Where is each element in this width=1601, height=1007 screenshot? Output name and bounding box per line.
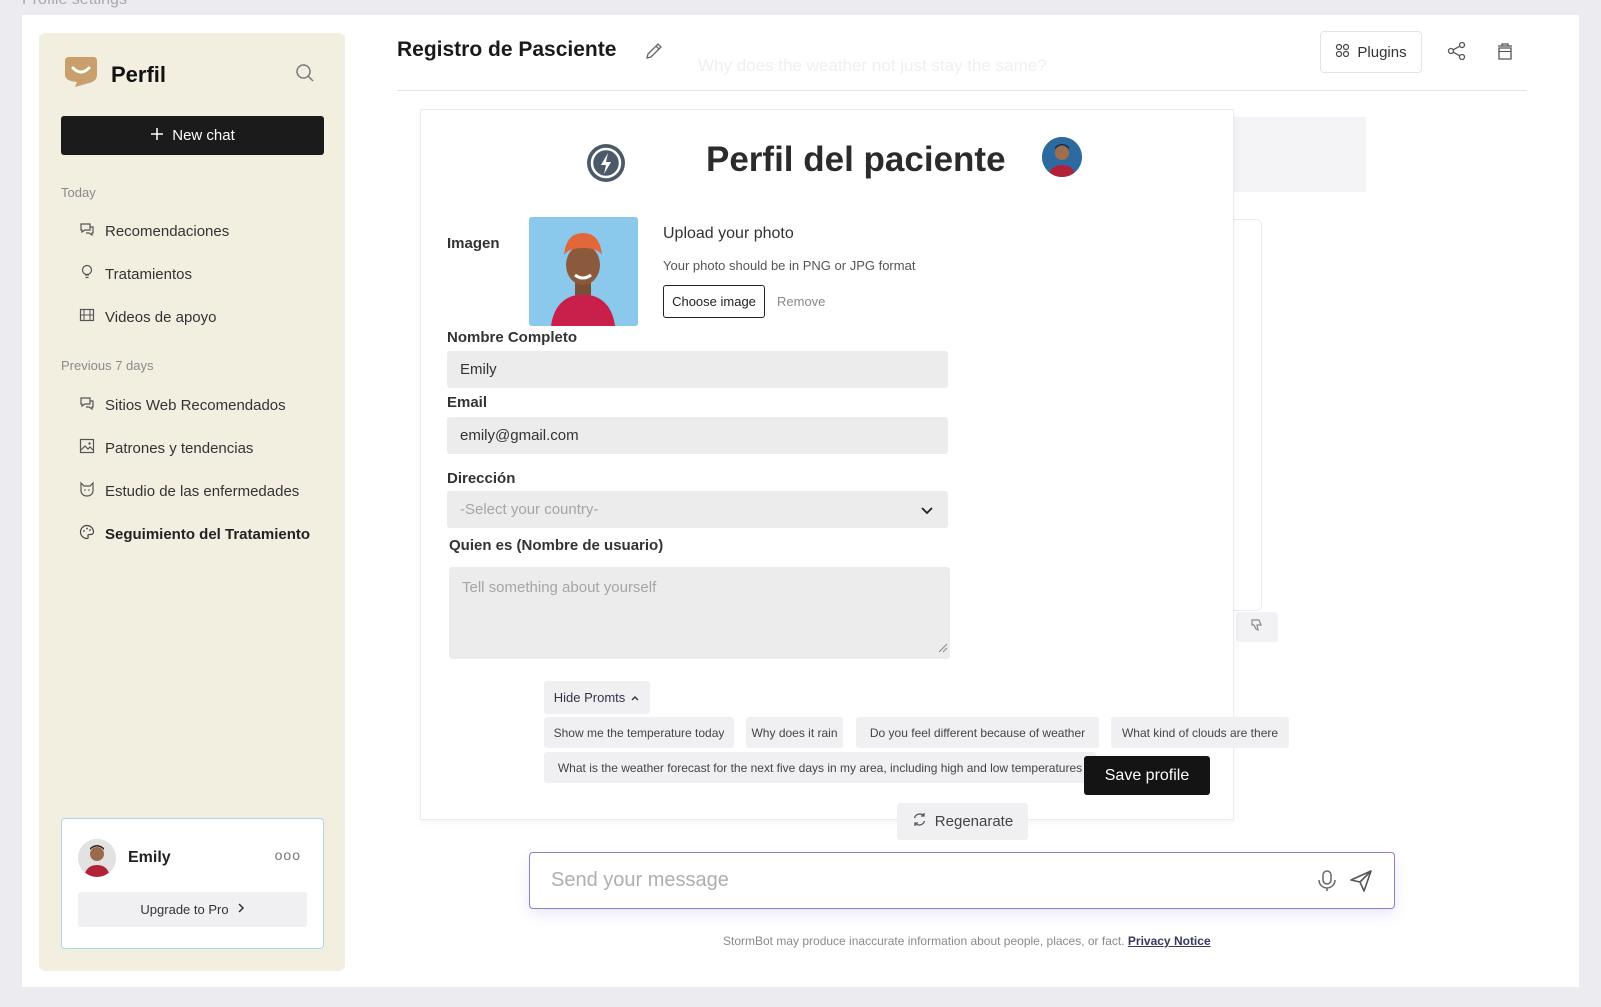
plugins-button[interactable]: Plugins	[1320, 31, 1422, 73]
sidebar-item-tratamientos[interactable]: Tratamientos	[79, 264, 192, 284]
country-select[interactable]: -Select your country-	[447, 491, 948, 528]
patient-profile-modal: Perfil del paciente Imagen Upload your p…	[420, 109, 1289, 820]
search-icon[interactable]	[295, 63, 315, 88]
sidebar: Perfil New chat Today Recomendaciones Tr…	[39, 33, 345, 971]
sidebar-item-label: Recomendaciones	[105, 222, 230, 240]
prompt-chip[interactable]: What is the weather forecast for the nex…	[544, 752, 1096, 783]
more-options-icon[interactable]: ooo	[275, 847, 301, 863]
profile-title: Perfil del paciente	[706, 140, 1006, 179]
chat-icon	[79, 395, 95, 415]
upgrade-to-pro-button[interactable]: Upgrade to Pro	[78, 892, 307, 927]
user-card: Emily ooo Upgrade to Pro	[61, 818, 324, 949]
send-icon[interactable]	[1349, 869, 1373, 898]
today-label: Today	[61, 185, 96, 200]
chevron-up-icon	[630, 690, 640, 705]
hide-prompts-button[interactable]: Hide Promts	[544, 681, 650, 714]
chevron-down-icon	[920, 503, 934, 520]
plugins-label: Plugins	[1357, 43, 1407, 61]
hide-prompts-label: Hide Promts	[553, 690, 626, 705]
lightbulb-icon	[79, 264, 95, 284]
page-title: Registro de Pasciente	[397, 38, 617, 61]
email-input[interactable]: emily@gmail.com	[447, 417, 948, 454]
sidebar-item-sitios-web[interactable]: Sitios Web Recomendados	[79, 395, 286, 415]
chat-icon	[79, 221, 95, 241]
bolt-icon	[585, 142, 627, 189]
sidebar-item-label: Estudio de las enfermedades	[105, 482, 300, 500]
country-select-value: -Select your country-	[460, 501, 599, 518]
dislike-button[interactable]	[1236, 612, 1278, 642]
cat-icon	[79, 481, 95, 501]
prompt-chip[interactable]: What kind of clouds are there	[1111, 717, 1289, 748]
chevron-right-icon	[237, 902, 245, 917]
avatar	[1042, 137, 1082, 177]
about-textarea[interactable]: Tell something about yourself	[449, 567, 950, 659]
brand: Perfil	[61, 55, 166, 94]
message-input[interactable]: Send your message	[529, 852, 1395, 909]
address-label: Dirección	[447, 470, 516, 487]
share-icon[interactable]	[1447, 41, 1467, 66]
email-label: Email	[447, 394, 488, 411]
sidebar-item-label: Videos de apoyo	[105, 308, 217, 326]
sidebar-item-label: Patrones y tendencias	[105, 439, 254, 457]
profile-photo	[529, 217, 638, 326]
palette-icon	[79, 524, 95, 544]
edit-icon[interactable]	[644, 41, 664, 66]
upload-hint: Your photo should be in PNG or JPG forma…	[663, 258, 916, 273]
user-name: Emily	[128, 849, 171, 866]
message-placeholder: Send your message	[551, 869, 729, 891]
sidebar-item-estudio[interactable]: Estudio de las enfermedades	[79, 481, 299, 501]
grid-icon	[1335, 43, 1350, 62]
sidebar-item-seguimiento[interactable]: Seguimiento del Tratamiento	[79, 524, 310, 544]
prompt-chip[interactable]: Why does it rain	[746, 717, 843, 748]
full-name-label: Nombre Completo	[447, 329, 578, 346]
about-placeholder: Tell something about yourself	[462, 579, 657, 596]
thumbs-down-icon	[1250, 618, 1264, 637]
film-icon	[79, 307, 95, 327]
header-divider	[397, 90, 1527, 91]
privacy-notice-link[interactable]: Privacy Notice	[1128, 934, 1211, 948]
prompt-chip[interactable]: Do you feel different because of weather	[856, 717, 1099, 748]
choose-image-button[interactable]: Choose image	[663, 285, 765, 318]
upgrade-label: Upgrade to Pro	[140, 902, 229, 917]
sidebar-item-patrones[interactable]: Patrones y tendencias	[79, 438, 253, 458]
sidebar-item-label: Seguimiento del Tratamiento	[105, 525, 311, 543]
sidebar-item-recomendaciones[interactable]: Recomendaciones	[79, 221, 229, 241]
image-label: Imagen	[447, 235, 500, 252]
new-chat-button[interactable]: New chat	[61, 116, 324, 155]
upload-title: Upload your photo	[663, 225, 794, 242]
trash-icon[interactable]	[1495, 41, 1515, 66]
logo-icon	[61, 55, 101, 94]
regenerate-label: Regenarate	[934, 813, 1014, 830]
full-name-input[interactable]: Emily	[447, 351, 948, 388]
microphone-icon[interactable]	[1316, 869, 1338, 898]
sidebar-item-label: Tratamientos	[105, 265, 192, 283]
sidebar-item-videos[interactable]: Videos de apoyo	[79, 307, 216, 327]
about-label: Quien es (Nombre de usuario)	[449, 537, 664, 554]
sidebar-item-label: Sitios Web Recomendados	[105, 396, 286, 414]
disclaimer: StormBot may produce inaccurate informat…	[723, 934, 1211, 948]
remove-image-link[interactable]: Remove	[777, 294, 825, 309]
background-question: Why does the weather not just stay the s…	[698, 56, 1047, 75]
regenerate-button[interactable]: Regenarate	[897, 803, 1028, 840]
refresh-icon	[912, 812, 927, 831]
resize-handle-icon[interactable]	[936, 640, 948, 657]
avatar[interactable]	[78, 839, 116, 877]
image-icon	[79, 438, 95, 458]
plus-icon	[150, 127, 164, 145]
save-profile-button[interactable]: Save profile	[1084, 756, 1210, 795]
previous-7-days-label: Previous 7 days	[61, 358, 154, 373]
disclaimer-text: StormBot may produce inaccurate informat…	[723, 934, 1125, 948]
prompt-chip[interactable]: Show me the temperature today	[544, 717, 734, 748]
brand-name: Perfil	[111, 61, 167, 87]
screen-label: Profile settings	[22, 0, 127, 9]
new-chat-label: New chat	[172, 127, 235, 144]
